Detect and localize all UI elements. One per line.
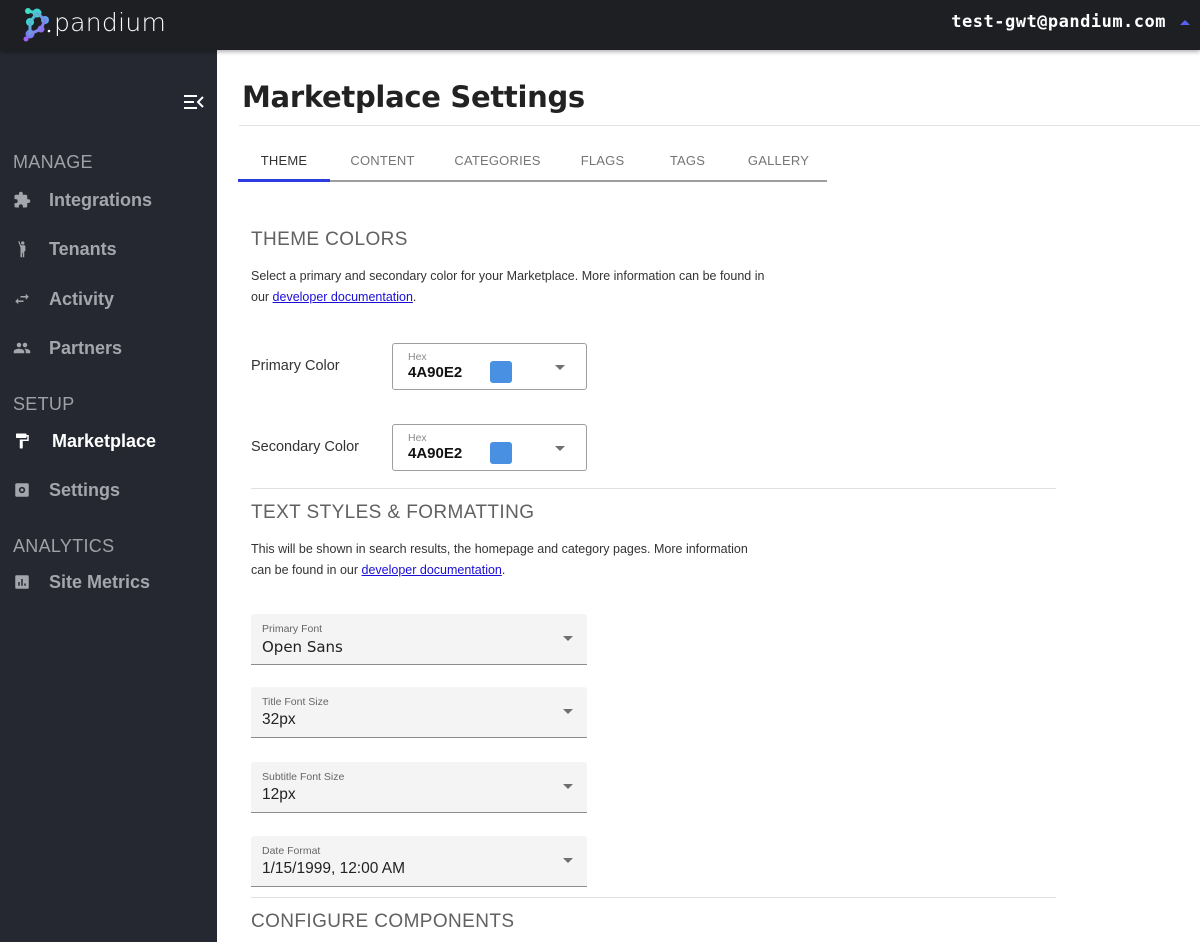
secondary-hex-value: 4A90E2	[408, 445, 463, 462]
theme-colors-heading: THEME COLORS	[251, 229, 408, 250]
date-format-select[interactable]: Date Format 1/15/1999, 12:00 AM	[251, 836, 587, 887]
user-menu[interactable]: test-gwt@pandium.com	[951, 12, 1190, 32]
secondary-color-picker[interactable]: Hex 4A90E2	[392, 424, 587, 471]
field-label: Subtitle Font Size	[262, 771, 345, 783]
primary-color-swatch	[490, 361, 512, 383]
page-title: Marketplace Settings	[242, 80, 585, 114]
divider	[251, 488, 1056, 489]
sidebar-item-label: Integrations	[49, 189, 153, 210]
sidebar-item-tenants[interactable]: Tenants	[0, 232, 217, 266]
hex-caption: Hex	[408, 351, 427, 363]
settings-tabs: THEME CONTENT CATEGORIES FLAGS TAGS GALL…	[238, 140, 827, 182]
text-styles-heading: TEXT STYLES & FORMATTING	[251, 502, 535, 523]
sidebar-item-label: Activity	[49, 288, 115, 309]
tab-categories[interactable]: CATEGORIES	[435, 140, 560, 180]
paint-roller-icon	[13, 432, 31, 450]
dropdown-arrow-icon	[555, 365, 565, 370]
settings-box-icon	[13, 481, 31, 499]
pandium-logo-icon	[23, 8, 51, 42]
dropdown-arrow-icon	[563, 709, 573, 714]
developer-documentation-link[interactable]: developer documentation	[362, 563, 502, 577]
main-content: Marketplace Settings THEME CONTENT CATEG…	[217, 50, 1200, 942]
sidebar: MANAGE Integrations Tenants Activity Par…	[0, 50, 217, 942]
user-email: test-gwt@pandium.com	[951, 12, 1166, 32]
secondary-color-swatch	[490, 442, 512, 464]
pandium-logo[interactable]: pandium	[22, 5, 166, 43]
description-end: .	[412, 290, 417, 304]
field-value: 12px	[262, 786, 296, 803]
primary-color-label: Primary Color	[251, 358, 340, 374]
swap-arrows-icon	[13, 290, 31, 308]
brand-name: pandium	[54, 7, 167, 37]
subtitle-font-size-select[interactable]: Subtitle Font Size 12px	[251, 762, 587, 813]
menu-collapse-icon	[184, 95, 204, 109]
collapse-sidebar-button[interactable]	[184, 94, 206, 110]
tab-theme[interactable]: THEME	[238, 140, 330, 182]
person-waving-icon	[13, 240, 31, 258]
sidebar-item-site-metrics[interactable]: Site Metrics	[0, 565, 217, 599]
sidebar-item-label: Tenants	[49, 238, 117, 259]
primary-hex-value: 4A90E2	[408, 364, 463, 381]
tab-flags[interactable]: FLAGS	[560, 140, 645, 180]
field-label: Title Font Size	[262, 696, 329, 708]
tab-gallery[interactable]: GALLERY	[730, 140, 827, 180]
people-icon	[13, 339, 31, 357]
section-manage: MANAGE	[13, 152, 93, 172]
description-end: .	[501, 563, 506, 577]
puzzle-icon	[13, 191, 31, 209]
dropdown-arrow-icon	[555, 446, 565, 451]
section-analytics: ANALYTICS	[13, 536, 115, 556]
field-label: Date Format	[262, 845, 321, 857]
secondary-color-label: Secondary Color	[251, 439, 359, 455]
tab-tags[interactable]: TAGS	[645, 140, 730, 180]
divider	[251, 897, 1056, 898]
primary-color-picker[interactable]: Hex 4A90E2	[392, 343, 587, 390]
caret-up-icon	[1180, 19, 1190, 25]
theme-colors-description: Select a primary and secondary color for…	[251, 266, 771, 308]
sidebar-item-activity[interactable]: Activity	[0, 282, 217, 316]
sidebar-item-marketplace[interactable]: Marketplace	[0, 424, 217, 458]
field-label: Primary Font	[262, 623, 323, 635]
sidebar-item-integrations[interactable]: Integrations	[0, 183, 217, 217]
field-value: 1/15/1999, 12:00 AM	[262, 860, 406, 877]
sidebar-item-partners[interactable]: Partners	[0, 331, 217, 365]
dropdown-arrow-icon	[563, 636, 573, 641]
bar-chart-icon	[13, 573, 31, 591]
developer-documentation-link[interactable]: developer documentation	[273, 290, 413, 304]
sidebar-item-label: Partners	[49, 337, 123, 358]
primary-font-select[interactable]: Primary Font Open Sans	[251, 614, 587, 665]
sidebar-item-label: Site Metrics	[49, 571, 151, 592]
tab-content[interactable]: CONTENT	[330, 140, 435, 180]
sidebar-item-label: Settings	[49, 479, 121, 500]
section-setup: SETUP	[13, 394, 75, 414]
field-value: Open Sans	[262, 638, 343, 656]
hex-caption: Hex	[408, 432, 427, 444]
configure-components-heading: CONFIGURE COMPONENTS	[251, 911, 515, 932]
top-bar: pandium test-gwt@pandium.com	[0, 0, 1200, 50]
dropdown-arrow-icon	[563, 784, 573, 789]
text-styles-description: This will be shown in search results, th…	[251, 539, 771, 581]
dropdown-arrow-icon	[563, 858, 573, 863]
divider	[239, 125, 1200, 126]
title-font-size-select[interactable]: Title Font Size 32px	[251, 687, 587, 738]
sidebar-item-settings[interactable]: Settings	[0, 473, 217, 507]
sidebar-item-label: Marketplace	[52, 430, 157, 451]
field-value: 32px	[262, 711, 296, 728]
